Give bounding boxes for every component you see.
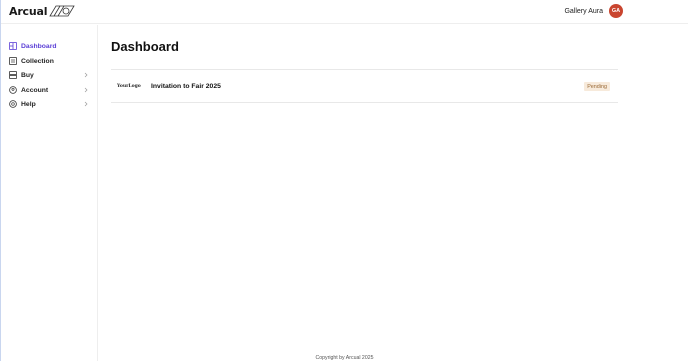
collection-icon (9, 57, 17, 65)
top-bar: Arcual Gallery Aura GA (1, 0, 688, 24)
dashboard-icon (9, 42, 17, 50)
avatar[interactable]: GA (609, 4, 623, 18)
chevron-right-icon (84, 87, 88, 93)
list-item[interactable]: YourLogo Invitation to Fair 2025 Pending (111, 70, 618, 102)
account-icon (9, 86, 17, 94)
sidebar-item-collection[interactable]: Collection (9, 55, 89, 67)
row-title: Invitation to Fair 2025 (151, 82, 221, 90)
logo-mark-icon (49, 5, 76, 17)
user-menu[interactable]: Gallery Aura GA (564, 4, 623, 18)
sidebar: Dashboard Collection Buy Account Help (1, 25, 98, 361)
sidebar-item-label: Buy (21, 71, 34, 79)
sidebar-item-label: Collection (21, 57, 54, 65)
sidebar-item-buy[interactable]: Buy (9, 69, 89, 81)
status-badge: Pending (584, 82, 610, 91)
sidebar-item-label: Account (21, 86, 49, 94)
divider (111, 102, 618, 103)
arcual-logo[interactable]: Arcual (9, 3, 76, 19)
sidebar-item-help[interactable]: Help (9, 98, 89, 110)
sidebar-item-label: Dashboard (21, 42, 57, 50)
help-icon (9, 100, 17, 108)
avatar-initials: GA (611, 8, 621, 14)
sidebar-item-label: Help (21, 100, 36, 108)
page-title: Dashboard (111, 39, 179, 54)
user-name: Gallery Aura (564, 7, 603, 15)
sidebar-item-account[interactable]: Account (9, 84, 89, 96)
chevron-right-icon (84, 101, 88, 107)
main-content: Dashboard YourLogo Invitation to Fair 20… (98, 25, 688, 361)
sidebar-item-dashboard[interactable]: Dashboard (9, 40, 89, 52)
footer-copyright: Copyright by Arcual 2025 (315, 355, 374, 361)
row-logo: YourLogo (117, 83, 141, 89)
chevron-right-icon (84, 72, 88, 78)
logo-text: Arcual (9, 4, 48, 18)
buy-icon (9, 71, 17, 79)
